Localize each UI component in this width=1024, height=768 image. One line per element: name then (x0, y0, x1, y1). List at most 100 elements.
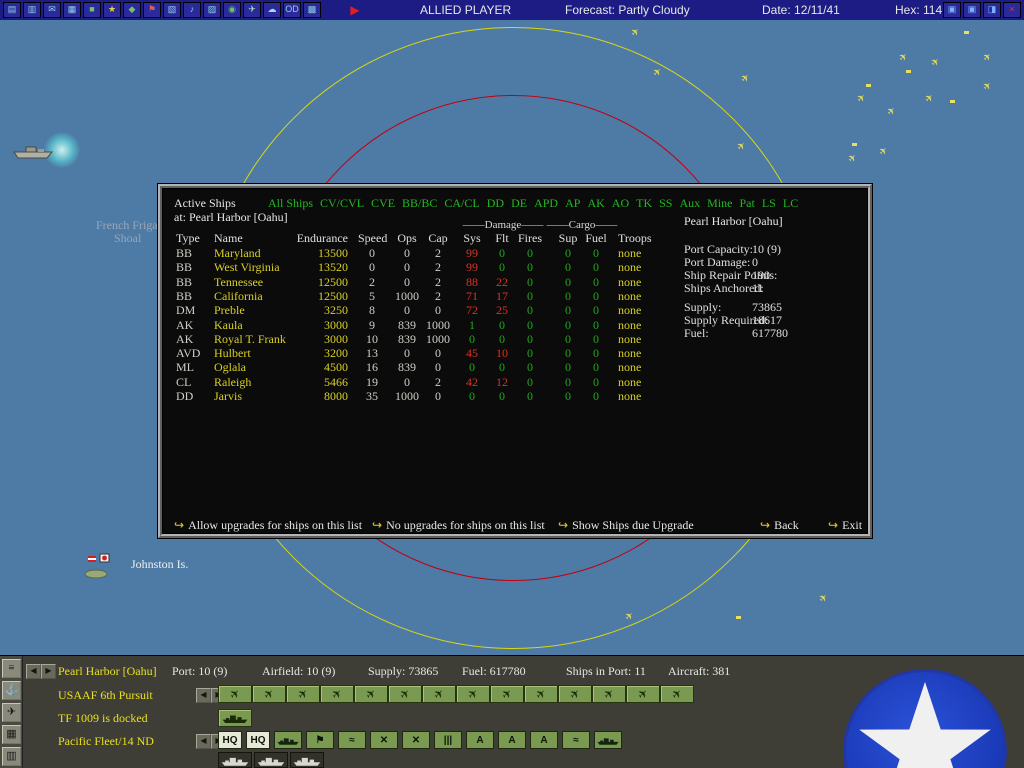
grid-icon[interactable]: ▧ (163, 2, 181, 18)
aircraft-marker[interactable]: ✈ (981, 51, 995, 65)
aircraft-marker[interactable]: ✈ (923, 92, 937, 106)
task-force-label[interactable]: TF 1009 is docked (58, 711, 148, 726)
aircraft-icon[interactable]: ✈ (2, 703, 21, 722)
target-icon[interactable]: ◉ (223, 2, 241, 18)
ship-sprite[interactable] (10, 142, 56, 162)
ship-row[interactable]: CL Raleigh 5466 19 0 2 42 12 0 0 0 none (162, 375, 682, 390)
window-icon[interactable]: ▣ (943, 2, 961, 18)
unit-marker[interactable] (866, 84, 871, 87)
unit-marker[interactable] (950, 100, 955, 103)
ground-unit-icon[interactable]: ⚑ (306, 731, 334, 749)
ground-unit-icon[interactable]: ||| (434, 731, 462, 749)
ground-icon[interactable]: ▦ (2, 725, 21, 744)
orders-icon[interactable]: ≡ (2, 659, 21, 678)
aircraft-marker[interactable]: ✈ (846, 152, 860, 166)
screen-icon[interactable]: ▩ (303, 2, 321, 18)
fighter-icon[interactable]: ✈ (252, 685, 286, 703)
reports-icon[interactable]: ▦ (63, 2, 81, 18)
ship-row[interactable]: ML Oglala 4500 16 839 0 0 0 0 0 0 none (162, 361, 682, 375)
flag-icon[interactable]: ⚑ (143, 2, 161, 18)
fighter-icon[interactable]: ✈ (218, 685, 252, 703)
hq-label[interactable]: Pacific Fleet/14 ND (58, 734, 154, 749)
map-icon[interactable]: ■ (83, 2, 101, 18)
play-icon[interactable]: ▶ (348, 3, 362, 17)
fighter-icon[interactable]: ✈ (490, 685, 524, 703)
ship-row[interactable]: AVD Hulbert 3200 13 0 0 45 10 0 0 0 none (162, 347, 682, 361)
layers-icon[interactable]: ▨ (203, 2, 221, 18)
mail-icon[interactable]: ✉ (43, 2, 61, 18)
fighter-icon[interactable]: ✈ (660, 685, 694, 703)
industry-icon[interactable]: ▥ (2, 747, 21, 766)
ship-in-port-icon[interactable] (290, 752, 324, 768)
ground-unit-icon[interactable]: ✕ (370, 731, 398, 749)
ground-unit-icon[interactable]: A (498, 731, 526, 749)
next-base-button[interactable]: ▶ (41, 664, 56, 679)
prev-base-button[interactable]: ◀ (26, 664, 41, 679)
task-force-ship-icon[interactable] (218, 709, 252, 727)
ship-row[interactable]: AK Royal T. Frank 3000 10 839 1000 0 0 0 0 0 none (162, 332, 682, 347)
chart-icon[interactable]: ▤ (3, 2, 21, 18)
panel-icon[interactable]: ◨ (983, 2, 1001, 18)
ship-in-port-icon[interactable] (218, 752, 252, 768)
base-name-label[interactable]: Pearl Harbor [Oahu] (58, 664, 157, 679)
ship-row[interactable]: BB West Virginia 13520 0 0 2 99 0 0 0 0 none (162, 261, 682, 275)
fighter-icon[interactable]: ✈ (524, 685, 558, 703)
fighter-icon[interactable]: ✈ (320, 685, 354, 703)
aircraft-marker[interactable]: ✈ (897, 51, 911, 65)
tab-pat[interactable]: Pat (740, 196, 755, 211)
air-group-label[interactable]: USAAF 6th Pursuit (58, 688, 153, 703)
tab-lc[interactable]: LC (783, 196, 798, 211)
fighter-icon[interactable]: ✈ (558, 685, 592, 703)
weather-icon[interactable]: ☁ (263, 2, 281, 18)
tab-ls[interactable]: LS (762, 196, 776, 211)
fighter-icon[interactable]: ✈ (388, 685, 422, 703)
aircraft-marker[interactable]: ✈ (817, 592, 831, 606)
ship-row[interactable]: DD Jarvis 8000 35 1000 0 0 0 0 0 0 none (162, 390, 682, 404)
ground-unit-icon[interactable]: ≈ (338, 731, 366, 749)
ground-unit-icon[interactable]: A (466, 731, 494, 749)
air-group-prev-button[interactable]: ◀ (196, 688, 211, 703)
aircraft-marker[interactable]: ✈ (629, 26, 643, 40)
aircraft-marker[interactable]: ✈ (855, 92, 869, 106)
ship-in-port-icon[interactable] (254, 752, 288, 768)
ground-unit-icon[interactable]: ✕ (402, 731, 430, 749)
naval-unit-icon[interactable] (594, 731, 622, 749)
hq-prev-button[interactable]: ◀ (196, 734, 211, 749)
exit-button[interactable]: ↪ Exit (828, 516, 862, 534)
units-icon[interactable]: ◆ (123, 2, 141, 18)
plane-icon[interactable]: ✈ (243, 2, 261, 18)
fighter-icon[interactable]: ✈ (626, 685, 660, 703)
hq-unit-icon[interactable]: HQ (246, 731, 270, 749)
hq-unit-icon[interactable]: HQ (218, 731, 242, 749)
fighter-icon[interactable]: ✈ (286, 685, 320, 703)
show-ships-due-upgrade-button[interactable]: ↪ Show Ships due Upgrade (558, 516, 694, 534)
aircraft-marker[interactable]: ✈ (739, 72, 753, 86)
back-button[interactable]: ↪ Back (760, 516, 799, 534)
anchor-icon[interactable]: ⚓ (2, 681, 21, 700)
unit-marker[interactable] (964, 31, 969, 34)
unit-marker[interactable] (736, 616, 741, 619)
fighter-icon[interactable]: ✈ (592, 685, 626, 703)
ground-unit-icon[interactable]: ≈ (562, 731, 590, 749)
aircraft-marker[interactable]: ✈ (981, 80, 995, 94)
johnston-island-sprite[interactable] (82, 552, 122, 580)
ship-row[interactable]: DM Preble 3250 8 0 0 72 25 0 0 0 none (162, 304, 682, 318)
allow-upgrades-button[interactable]: ↪ Allow upgrades for ships on this list (174, 516, 362, 534)
save-icon[interactable]: ▥ (23, 2, 41, 18)
naval-unit-icon[interactable] (274, 731, 302, 749)
window2-icon[interactable]: ▣ (963, 2, 981, 18)
ship-row[interactable]: BB California 12500 5 1000 2 71 17 0 0 0 none (162, 289, 682, 304)
ship-row[interactable]: AK Kaula 3000 9 839 1000 1 0 0 0 0 none (162, 318, 682, 333)
close-icon[interactable]: × (1003, 2, 1021, 18)
fighter-icon[interactable]: ✈ (456, 685, 490, 703)
ground-unit-icon[interactable]: A (530, 731, 558, 749)
ship-row[interactable]: BB Maryland 13500 0 0 2 99 0 0 0 0 none (162, 247, 682, 261)
star-icon[interactable]: ★ (103, 2, 121, 18)
unit-marker[interactable] (906, 70, 911, 73)
ship-row[interactable]: BB Tennessee 12500 2 0 2 88 22 0 0 0 none (162, 275, 682, 290)
aircraft-marker[interactable]: ✈ (929, 56, 943, 70)
aircraft-marker[interactable]: ✈ (885, 105, 899, 119)
no-upgrades-button[interactable]: ↪ No upgrades for ships on this list (372, 516, 545, 534)
tab-aux[interactable]: Aux (679, 196, 700, 211)
music-icon[interactable]: ♪ (183, 2, 201, 18)
